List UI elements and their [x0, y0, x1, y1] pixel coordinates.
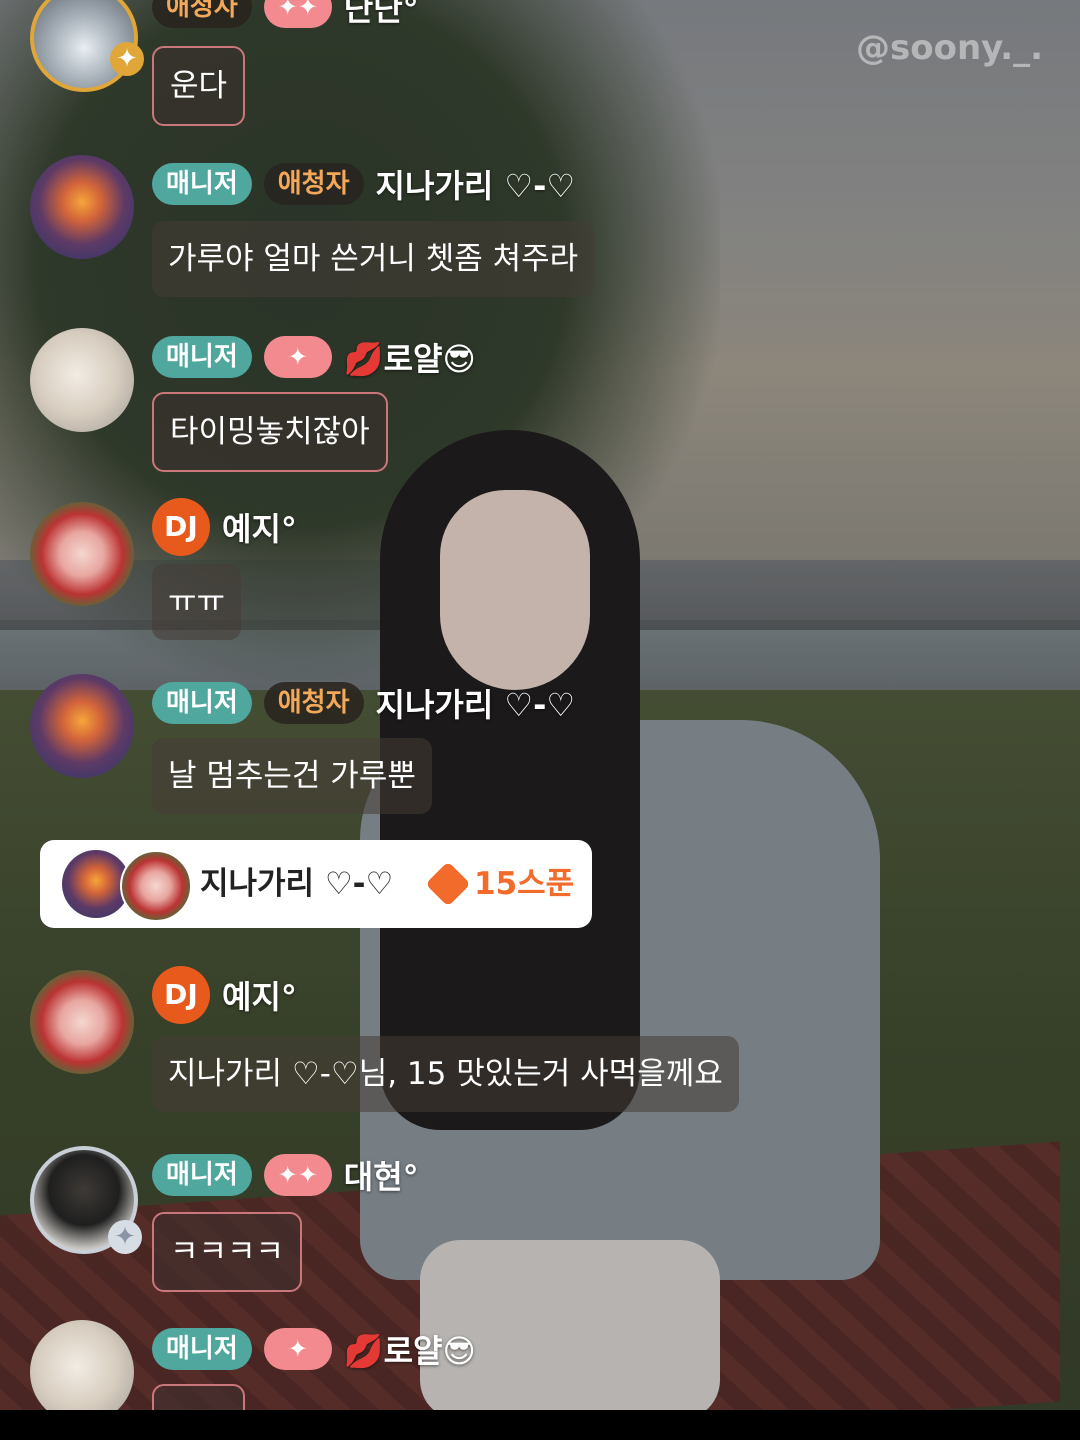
viewer-badge: 애청자 [263, 682, 364, 724]
avatar[interactable] [30, 970, 134, 1074]
message-header: DJ 예지° [152, 498, 297, 556]
message-header: 매니저 ✦ 💋로얄😎 [152, 1326, 476, 1372]
message-bubble: ㅋㅋ [152, 1384, 246, 1410]
gift-notification[interactable]: 지나가리 ♡-♡ 15스푼 [40, 840, 592, 928]
spark-badge: ✦✦ [263, 1154, 332, 1196]
message-header: 애청자 ✦✦ 단단° [152, 0, 419, 30]
viewer-badge: 애청자 [263, 163, 364, 205]
bottom-bar [0, 1410, 1080, 1440]
nickname[interactable]: 예지° [222, 972, 297, 1018]
manager-badge: 매니저 [152, 1328, 252, 1370]
avatar[interactable] [30, 328, 134, 432]
chat-message: 매니저 애청자 지나가리 ♡-♡ 가루야 얼마 쓴거니 쳇좀 쳐주라 [30, 155, 1030, 297]
message-bubble: 운다 [152, 46, 246, 126]
wing-icon: ✦ [110, 42, 144, 76]
message-header: 매니저 애청자 지나가리 ♡-♡ [152, 161, 575, 207]
chat-message: DJ 예지° ㅠㅠ [30, 498, 1030, 652]
receiver-avatar [120, 850, 192, 922]
avatar[interactable] [30, 674, 134, 778]
message-bubble: 타이밍놓치잖아 [152, 392, 388, 472]
nickname[interactable]: 💋로얄😎 [344, 334, 476, 380]
avatar[interactable] [30, 155, 134, 259]
chat-message: 매니저 ✦ 💋로얄😎 타이밍놓치잖아 [30, 328, 1030, 478]
dj-badge: DJ [152, 966, 210, 1024]
gift-sender-name: 지나가리 ♡-♡ [200, 866, 394, 902]
chat-feed: ✦ 애청자 ✦✦ 단단° 운다 매니저 애청자 지나가리 ♡-♡ 가루야 얼마 … [0, 0, 1080, 1410]
nickname[interactable]: 예지° [222, 504, 297, 550]
avatar[interactable] [30, 502, 134, 606]
message-bubble: 가루야 얼마 쓴거니 쳇좀 쳐주라 [152, 221, 595, 297]
spark-badge: ✦✦ [263, 0, 332, 28]
dj-badge: DJ [152, 498, 210, 556]
chat-message: 매니저 ✦ 💋로얄😎 ㅋㅋ [30, 1320, 1030, 1410]
manager-badge: 매니저 [152, 336, 252, 378]
spark-badge: ✦ [263, 1328, 332, 1370]
spoon-icon [425, 861, 471, 907]
chat-message: ✦ 매니저 ✦✦ 대현° ㅋㅋㅋㅋ [30, 1146, 1030, 1296]
message-bubble: ㅠㅠ [152, 564, 242, 640]
message-bubble: 지나가리 ♡-♡님, 15 맛있는거 사먹을께요 [152, 1036, 739, 1112]
nickname[interactable]: 💋로얄😎 [344, 1326, 476, 1372]
nickname[interactable]: 지나가리 ♡-♡ [376, 680, 576, 726]
manager-badge: 매니저 [152, 163, 252, 205]
nickname[interactable]: 대현° [344, 1152, 419, 1198]
message-bubble: 날 멈추는건 가루뿐 [152, 738, 432, 814]
message-header: 매니저 ✦ 💋로얄😎 [152, 334, 476, 380]
message-header: 매니저 애청자 지나가리 ♡-♡ [152, 680, 575, 726]
spark-badge: ✦ [263, 336, 332, 378]
chat-message: DJ 예지° 지나가리 ♡-♡님, 15 맛있는거 사먹을께요 [30, 966, 1030, 1120]
nickname[interactable]: 지나가리 ♡-♡ [376, 161, 576, 207]
avatar[interactable] [30, 1320, 134, 1410]
manager-badge: 매니저 [152, 682, 252, 724]
chat-message: 매니저 애청자 지나가리 ♡-♡ 날 멈추는건 가루뿐 [30, 674, 1030, 824]
manager-badge: 매니저 [152, 1154, 252, 1196]
viewer-badge: 애청자 [152, 0, 252, 28]
message-header: DJ 예지° [152, 966, 297, 1024]
message-header: 매니저 ✦✦ 대현° [152, 1152, 419, 1198]
nickname[interactable]: 단단° [344, 0, 419, 30]
wing-icon: ✦ [108, 1220, 142, 1254]
chat-message: ✦ 애청자 ✦✦ 단단° 운다 [30, 0, 1030, 126]
gift-amount: 15스푼 [474, 866, 575, 902]
message-bubble: ㅋㅋㅋㅋ [152, 1212, 303, 1292]
